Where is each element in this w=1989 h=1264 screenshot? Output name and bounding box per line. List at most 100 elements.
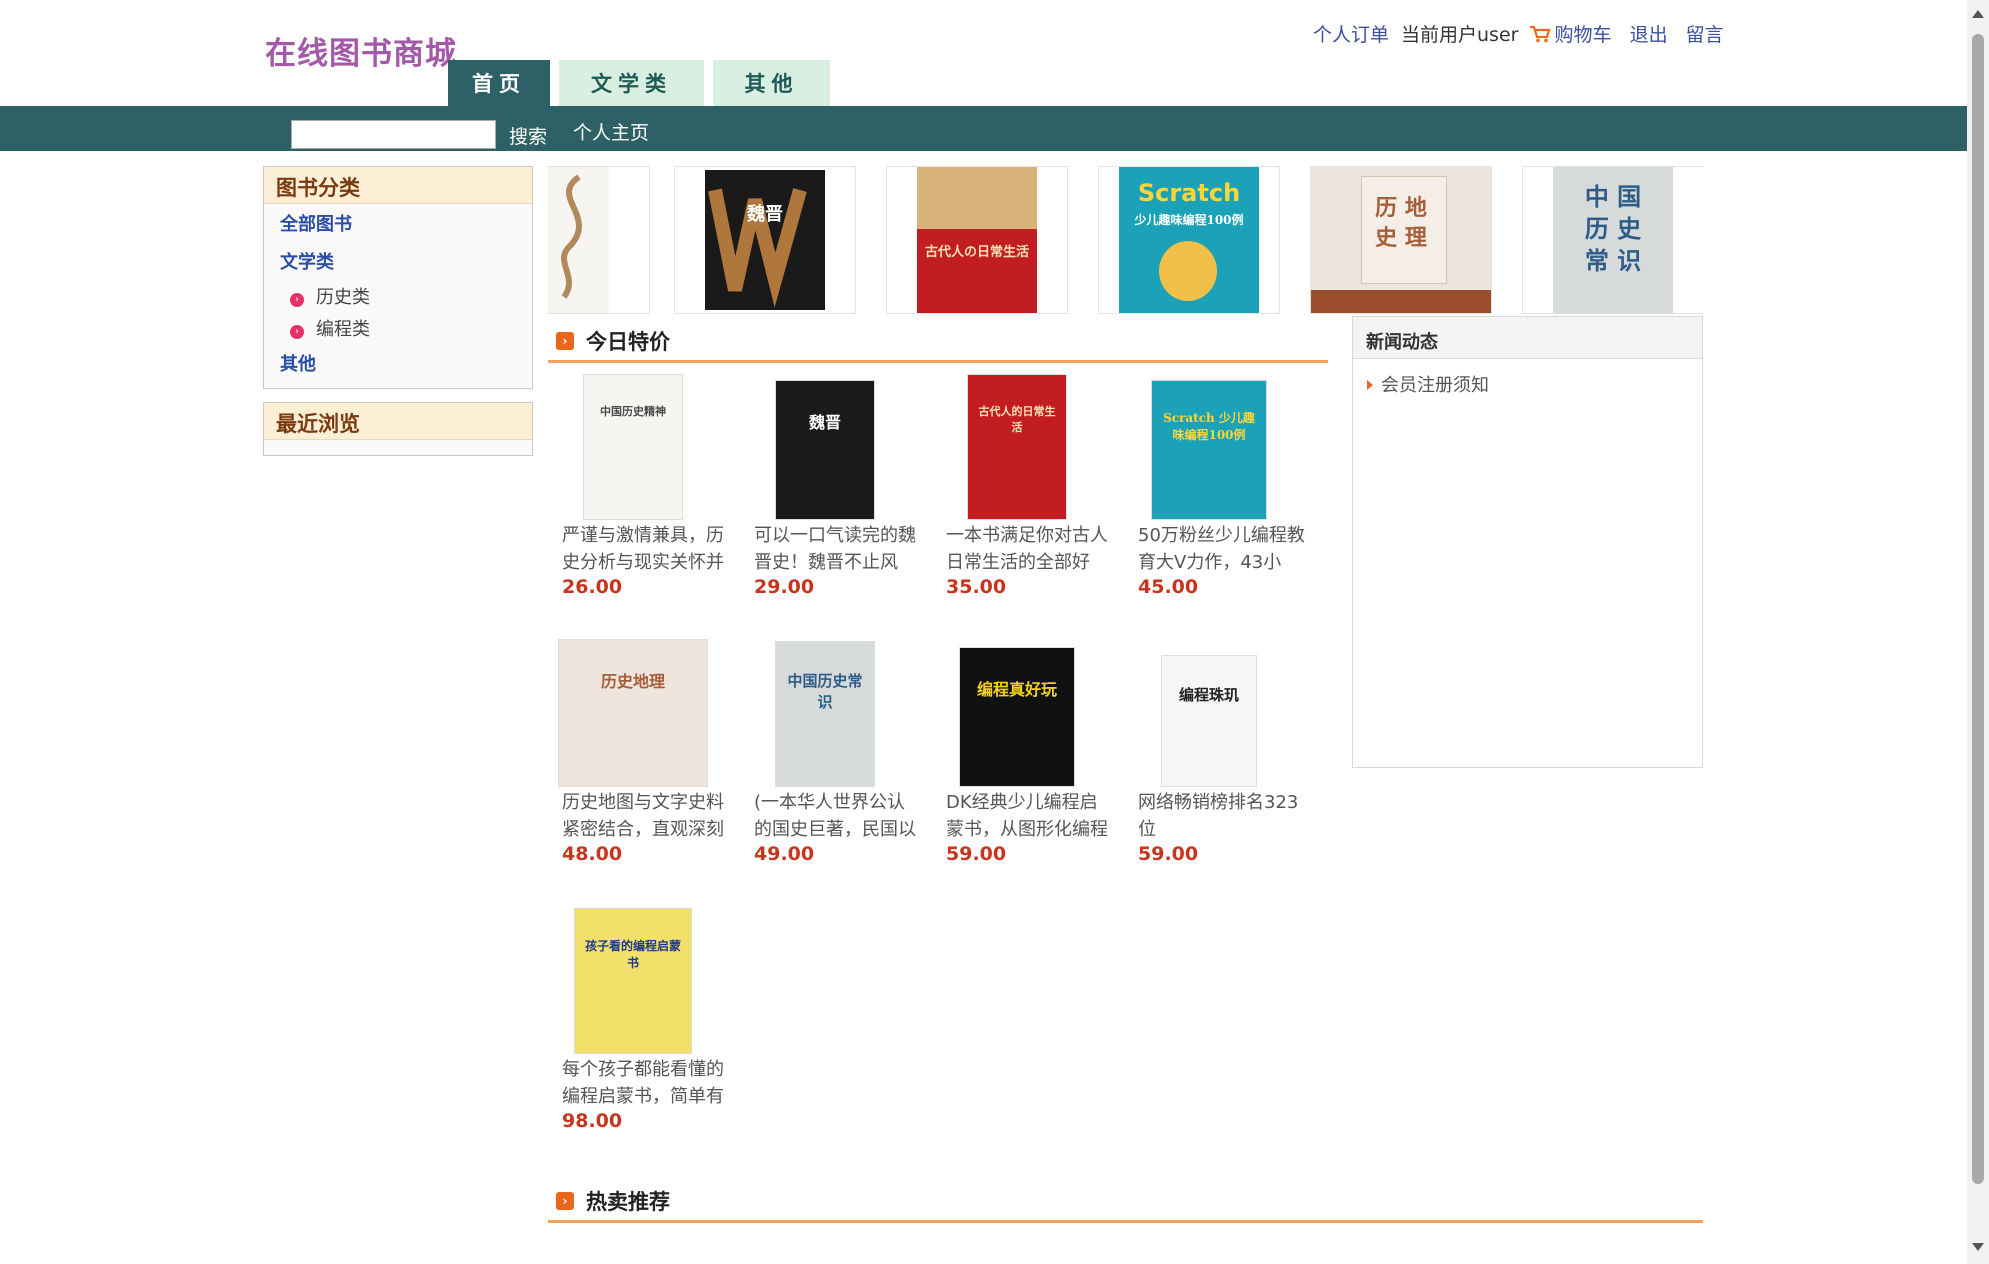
- book-cover-image: 编程真好玩: [959, 647, 1075, 787]
- category-history[interactable]: › 历史类: [264, 282, 532, 314]
- recent-panel: 最近浏览: [263, 402, 533, 456]
- news-title: 新闻动态: [1353, 317, 1702, 359]
- product-description[interactable]: 网络畅销榜排名323位: [1138, 789, 1306, 843]
- cover-title: 编程真好玩: [976, 680, 1057, 699]
- product-description[interactable]: 严谨与激情兼具，历史分析与现实关怀并: [562, 522, 730, 576]
- product-description[interactable]: (一本华人世界公认的国史巨著，民国以: [754, 789, 922, 843]
- product-image[interactable]: 历史地理: [548, 637, 718, 787]
- slider-item[interactable]: 魏晋: [674, 166, 856, 314]
- book-cover-image: Scratch 少儿趣味编程100例: [1151, 380, 1267, 520]
- cover-title: 历史地理: [600, 672, 665, 691]
- today-deals-title: 今日特价: [586, 330, 670, 354]
- scroll-thumb[interactable]: [1972, 34, 1984, 1184]
- section-divider: [548, 360, 1328, 363]
- cover-title: 孩子看的编程启蒙书: [584, 939, 681, 970]
- search-input[interactable]: [291, 120, 496, 149]
- section-divider: [548, 1220, 1703, 1223]
- product-image[interactable]: 中国历史精神: [548, 370, 718, 520]
- orders-link[interactable]: 个人订单: [1313, 24, 1389, 46]
- cart-link[interactable]: 购物车: [1555, 24, 1612, 46]
- book-cover-image: 中 国 历 史 常 识: [1553, 167, 1673, 313]
- triangle-bullet-icon: [1367, 380, 1373, 390]
- slider-item[interactable]: 古代人の日常生活: [886, 166, 1068, 314]
- product-image[interactable]: 古代人的日常生活: [932, 370, 1102, 520]
- slider-item[interactable]: [548, 166, 650, 314]
- product-image[interactable]: 中国历史常识: [740, 637, 910, 787]
- book-cover-image: 魏晋: [705, 170, 825, 310]
- book-cover-image: [548, 167, 609, 313]
- tab-home[interactable]: 首页: [448, 60, 550, 106]
- slider-item[interactable]: Scratch 少儿趣味编程100例: [1098, 166, 1280, 314]
- product-price: 35.00: [946, 576, 1007, 598]
- product-price: 29.00: [754, 576, 815, 598]
- current-user-label: 当前用户user: [1401, 24, 1519, 46]
- arrow-icon: ›: [556, 1192, 574, 1210]
- bullet-icon: ›: [290, 325, 304, 339]
- book-slider[interactable]: 魏晋 古代人の日常生活 Scratch 少儿趣味编程100例 历 地 史 理 中…: [548, 166, 1703, 314]
- logout-link[interactable]: 退出: [1630, 24, 1668, 46]
- slider-item[interactable]: 历 地 史 理: [1310, 166, 1492, 314]
- book-cover-image: 历 地 史 理: [1311, 167, 1491, 313]
- top-nav: 个人订单 当前用户user 购物车 退出 留言: [1313, 20, 1736, 47]
- product-image[interactable]: Scratch 少儿趣味编程100例: [1124, 370, 1294, 520]
- category-all-books[interactable]: 全部图书: [264, 206, 532, 244]
- cover-title: 古代人的日常生活: [978, 405, 1056, 434]
- message-link[interactable]: 留言: [1686, 24, 1724, 46]
- product-description[interactable]: 每个孩子都能看懂的编程启蒙书，简单有: [562, 1056, 730, 1110]
- category-history-label: 历史类: [316, 287, 370, 308]
- product-price: 26.00: [562, 576, 623, 598]
- category-literature[interactable]: 文学类: [264, 244, 532, 282]
- product-image[interactable]: 魏晋: [740, 370, 910, 520]
- cover-art-icon: [708, 188, 807, 308]
- cover-title: 魏晋: [808, 413, 841, 432]
- scrollbar[interactable]: [1967, 0, 1989, 1264]
- tab-literature[interactable]: 文学类: [559, 60, 704, 106]
- product-description[interactable]: 可以一口气读完的魏晋史！魏晋不止风: [754, 522, 922, 576]
- product-image[interactable]: 编程真好玩: [932, 637, 1102, 787]
- slider-item[interactable]: 中 国 历 史 常 识: [1522, 166, 1703, 314]
- scroll-up-icon[interactable]: [1972, 10, 1984, 18]
- product-image[interactable]: 孩子看的编程启蒙书: [548, 904, 718, 1054]
- cover-art-icon: [561, 174, 582, 299]
- cover-title: 中国历史精神: [600, 405, 666, 418]
- book-cover-image: 中国历史常识: [775, 641, 875, 787]
- book-cover-image: 魏晋: [775, 380, 875, 520]
- category-panel: 图书分类 全部图书 文学类 › 历史类 › 编程类 其他: [263, 166, 533, 389]
- cart-icon[interactable]: [1529, 25, 1551, 43]
- news-panel: 新闻动态 会员注册须知: [1352, 316, 1703, 768]
- category-programming-label: 编程类: [316, 319, 370, 340]
- book-cover-image: 古代人の日常生活: [917, 167, 1037, 313]
- category-title: 图书分类: [264, 167, 532, 204]
- book-cover-image: 历史地理: [558, 639, 708, 787]
- news-item-label: 会员注册须知: [1381, 375, 1489, 396]
- book-cover-image: Scratch 少儿趣味编程100例: [1119, 167, 1259, 313]
- cover-title: 编程珠玑: [1178, 686, 1239, 704]
- book-cover-image: 编程珠玑: [1161, 655, 1257, 787]
- cover-title: 中国历史常识: [787, 672, 863, 711]
- site-title: 在线图书商城: [265, 36, 457, 72]
- page: 在线图书商城 个人订单 当前用户user 购物车 退出 留言 首页 文学类 其他 …: [0, 0, 1989, 1264]
- product-price: 48.00: [562, 843, 623, 865]
- product-image[interactable]: 编程珠玑: [1124, 637, 1294, 787]
- book-cover-image: 中国历史精神: [583, 374, 683, 520]
- product-description[interactable]: 历史地图与文字史料紧密结合，直观深刻: [562, 789, 730, 843]
- bullet-icon: ›: [290, 293, 304, 307]
- category-programming[interactable]: › 编程类: [264, 314, 532, 346]
- category-other[interactable]: 其他: [264, 346, 532, 384]
- product-description[interactable]: 一本书满足你对古人日常生活的全部好: [946, 522, 1114, 576]
- cover-title: Scratch 少儿趣味编程100例: [1163, 411, 1255, 442]
- product-description[interactable]: 50万粉丝少儿编程教育大V力作，43小: [1138, 522, 1306, 576]
- news-item[interactable]: 会员注册须知: [1353, 359, 1702, 397]
- book-cover-image: 孩子看的编程启蒙书: [574, 908, 692, 1054]
- search-button[interactable]: 搜索: [509, 122, 547, 149]
- tab-other[interactable]: 其他: [713, 60, 830, 106]
- personal-home-link[interactable]: 个人主页: [573, 118, 649, 145]
- product-price: 59.00: [946, 843, 1007, 865]
- product-price: 45.00: [1138, 576, 1199, 598]
- today-deals-heading: › 今日特价: [556, 326, 670, 356]
- book-cover-image: 古代人的日常生活: [967, 374, 1067, 520]
- product-price: 59.00: [1138, 843, 1199, 865]
- hot-title: 热卖推荐: [586, 1190, 670, 1214]
- scroll-down-icon[interactable]: [1972, 1243, 1984, 1251]
- product-description[interactable]: DK经典少儿编程启蒙书，从图形化编程: [946, 789, 1114, 843]
